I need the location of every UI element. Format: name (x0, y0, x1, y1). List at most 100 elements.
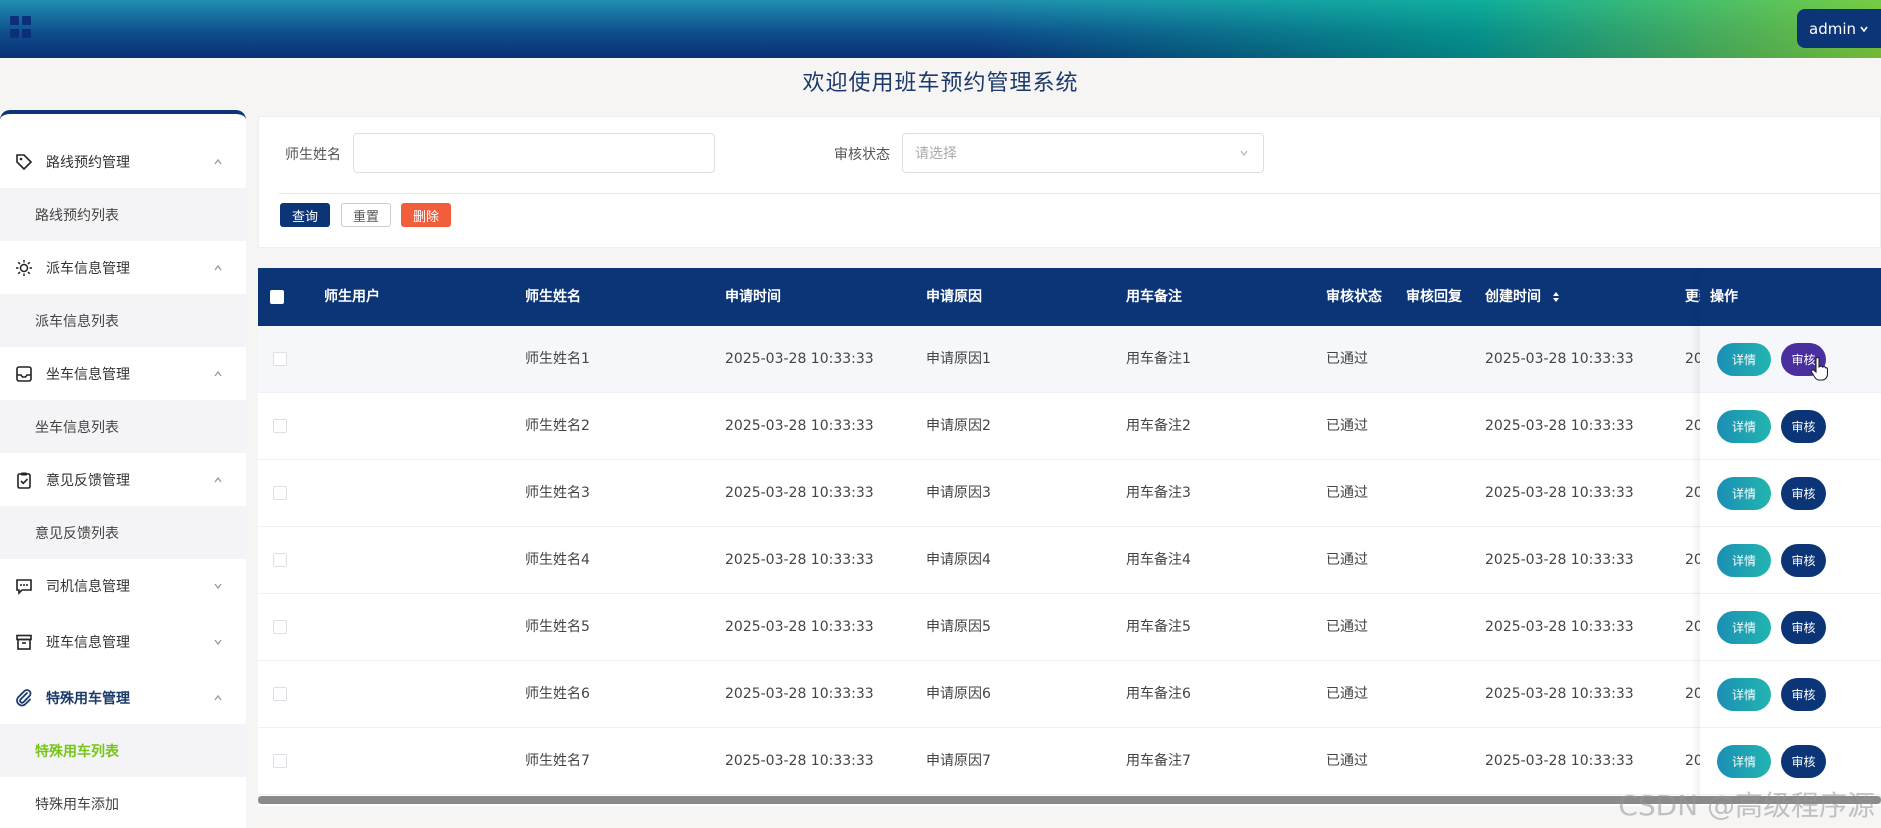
sidebar-item-feedback-list[interactable]: 意见反馈列表 (0, 506, 246, 559)
column-header-created[interactable]: 创建时间 (1485, 268, 1560, 326)
row-checkbox[interactable] (273, 419, 287, 433)
sidebar-group-label: 路线预约管理 (46, 155, 130, 171)
chevron-down-icon (1240, 150, 1248, 157)
table-row[interactable]: 师生姓名1 2025-03-28 10:33:33 申请原因1 用车备注1 已通过 202… (258, 326, 1881, 393)
row-checkbox[interactable] (273, 553, 287, 567)
cell-remark: 用车备注1 (1126, 351, 1191, 367)
sidebar-group-label: 派车信息管理 (46, 261, 130, 277)
chat-icon (14, 576, 34, 596)
actions-cell: 详情 审核 (1700, 661, 1881, 728)
cell-name: 师生姓名6 (525, 686, 590, 702)
select-all-checkbox[interactable] (270, 290, 284, 304)
audit-button[interactable]: 审核 (1781, 678, 1826, 711)
cell-name: 师生姓名4 (525, 552, 590, 568)
cell-created: 2025-03-28 10:33:33 (1485, 418, 1634, 434)
table-header: 师生用户 师生姓名 申请时间 申请原因 用车备注 审核状态 审核回复 创建时间 … (258, 268, 1881, 326)
cell-remark: 用车备注6 (1126, 686, 1191, 702)
column-header-user[interactable]: 师生用户 (324, 268, 380, 326)
audit-button[interactable]: 审核 (1781, 343, 1826, 376)
cell-created: 2025-03-28 10:33:33 (1485, 753, 1634, 769)
cell-name: 师生姓名3 (525, 485, 590, 501)
cell-status: 已通过 (1326, 418, 1368, 434)
column-header-status[interactable]: 审核状态 (1326, 268, 1382, 326)
sidebar-group-route-booking[interactable]: 路线预约管理 (0, 136, 246, 188)
chevron-up-icon (214, 694, 222, 701)
cell-name: 师生姓名2 (525, 418, 590, 434)
chevron-down-icon (1860, 26, 1868, 32)
sidebar-item-special-vehicle-add[interactable]: 特殊用车添加 (0, 777, 246, 828)
detail-button[interactable]: 详情 (1717, 343, 1771, 376)
cell-remark: 用车备注3 (1126, 485, 1191, 501)
column-header-name[interactable]: 师生姓名 (525, 268, 581, 326)
sort-icon[interactable] (1552, 291, 1560, 303)
table-row[interactable]: 师生姓名6 2025-03-28 10:33:33 申请原因6 用车备注6 已通过 202… (258, 661, 1881, 728)
cell-remark: 用车备注4 (1126, 552, 1191, 568)
sidebar-group-ride[interactable]: 坐车信息管理 (0, 348, 246, 400)
sidebar-group-shuttle[interactable]: 班车信息管理 (0, 616, 246, 668)
cell-status: 已通过 (1326, 485, 1368, 501)
cell-created: 2025-03-28 10:33:33 (1485, 552, 1634, 568)
cell-reason: 申请原因2 (926, 418, 991, 434)
row-checkbox[interactable] (273, 620, 287, 634)
sidebar-group-label: 班车信息管理 (46, 635, 130, 651)
sidebar-group-driver[interactable]: 司机信息管理 (0, 560, 246, 612)
column-header-apply-time[interactable]: 申请时间 (725, 268, 781, 326)
chevron-up-icon (214, 370, 222, 377)
cell-reason: 申请原因3 (926, 485, 991, 501)
column-header-created-label: 创建时间 (1485, 289, 1541, 305)
audit-button[interactable]: 审核 (1781, 611, 1826, 644)
sidebar-group-dispatch[interactable]: 派车信息管理 (0, 242, 246, 294)
table-row[interactable]: 师生姓名3 2025-03-28 10:33:33 申请原因3 用车备注3 已通过 202… (258, 460, 1881, 527)
sidebar-group-label: 司机信息管理 (46, 579, 130, 595)
column-header-reply[interactable]: 审核回复 (1406, 268, 1462, 326)
cell-status: 已通过 (1326, 686, 1368, 702)
operations-column: 操作 详情 审核 详情 审核 详情 审核 详情 审核 详情 审核 详情 审核 详情 审核 (1700, 268, 1881, 806)
cell-reason: 申请原因4 (926, 552, 991, 568)
sidebar-item-dispatch-list[interactable]: 派车信息列表 (0, 294, 246, 347)
audit-button[interactable]: 审核 (1781, 477, 1826, 510)
row-checkbox[interactable] (273, 687, 287, 701)
cell-apply-time: 2025-03-28 10:33:33 (725, 753, 874, 769)
row-checkbox[interactable] (273, 754, 287, 768)
cell-status: 已通过 (1326, 351, 1368, 367)
cell-name: 师生姓名1 (525, 351, 590, 367)
sidebar-item-ride-list[interactable]: 坐车信息列表 (0, 400, 246, 453)
table-row[interactable]: 师生姓名4 2025-03-28 10:33:33 申请原因4 用车备注4 已通过 202… (258, 527, 1881, 594)
clipboard-check-icon (14, 470, 34, 490)
table-row[interactable]: 师生姓名2 2025-03-28 10:33:33 申请原因2 用车备注2 已通过 202… (258, 393, 1881, 460)
detail-button[interactable]: 详情 (1717, 410, 1771, 443)
chevron-down-icon (214, 639, 222, 646)
audit-button[interactable]: 审核 (1781, 745, 1826, 778)
status-filter-select[interactable]: 请选择 (902, 133, 1264, 173)
sidebar-item-route-booking-list[interactable]: 路线预约列表 (0, 188, 246, 241)
cell-reason: 申请原因7 (926, 753, 991, 769)
delete-button[interactable]: 删除 (401, 203, 451, 227)
cell-apply-time: 2025-03-28 10:33:33 (725, 485, 874, 501)
detail-button[interactable]: 详情 (1717, 611, 1771, 644)
row-checkbox[interactable] (273, 486, 287, 500)
detail-button[interactable]: 详情 (1717, 544, 1771, 577)
user-menu-button[interactable]: admin (1797, 9, 1881, 48)
audit-button[interactable]: 审核 (1781, 410, 1826, 443)
detail-button[interactable]: 详情 (1717, 745, 1771, 778)
audit-button[interactable]: 审核 (1781, 544, 1826, 577)
sidebar-group-special-vehicle[interactable]: 特殊用车管理 (0, 672, 246, 724)
search-divider (279, 193, 1881, 194)
detail-button[interactable]: 详情 (1717, 678, 1771, 711)
chevron-down-icon (214, 583, 222, 590)
sidebar-group-feedback[interactable]: 意见反馈管理 (0, 454, 246, 506)
cell-remark: 用车备注5 (1126, 619, 1191, 635)
query-button[interactable]: 查询 (280, 203, 330, 227)
cell-apply-time: 2025-03-28 10:33:33 (725, 686, 874, 702)
sun-icon (14, 258, 34, 278)
table-row[interactable]: 师生姓名5 2025-03-28 10:33:33 申请原因5 用车备注5 已通过 202… (258, 594, 1881, 661)
name-filter-input[interactable] (353, 133, 715, 173)
reset-button[interactable]: 重置 (341, 203, 391, 227)
cell-name: 师生姓名7 (525, 753, 590, 769)
column-header-reason[interactable]: 申请原因 (926, 268, 982, 326)
column-header-remark[interactable]: 用车备注 (1126, 268, 1182, 326)
app-grid-icon[interactable] (10, 16, 32, 38)
detail-button[interactable]: 详情 (1717, 477, 1771, 510)
sidebar-item-special-vehicle-list[interactable]: 特殊用车列表 (0, 724, 246, 777)
row-checkbox[interactable] (273, 352, 287, 366)
